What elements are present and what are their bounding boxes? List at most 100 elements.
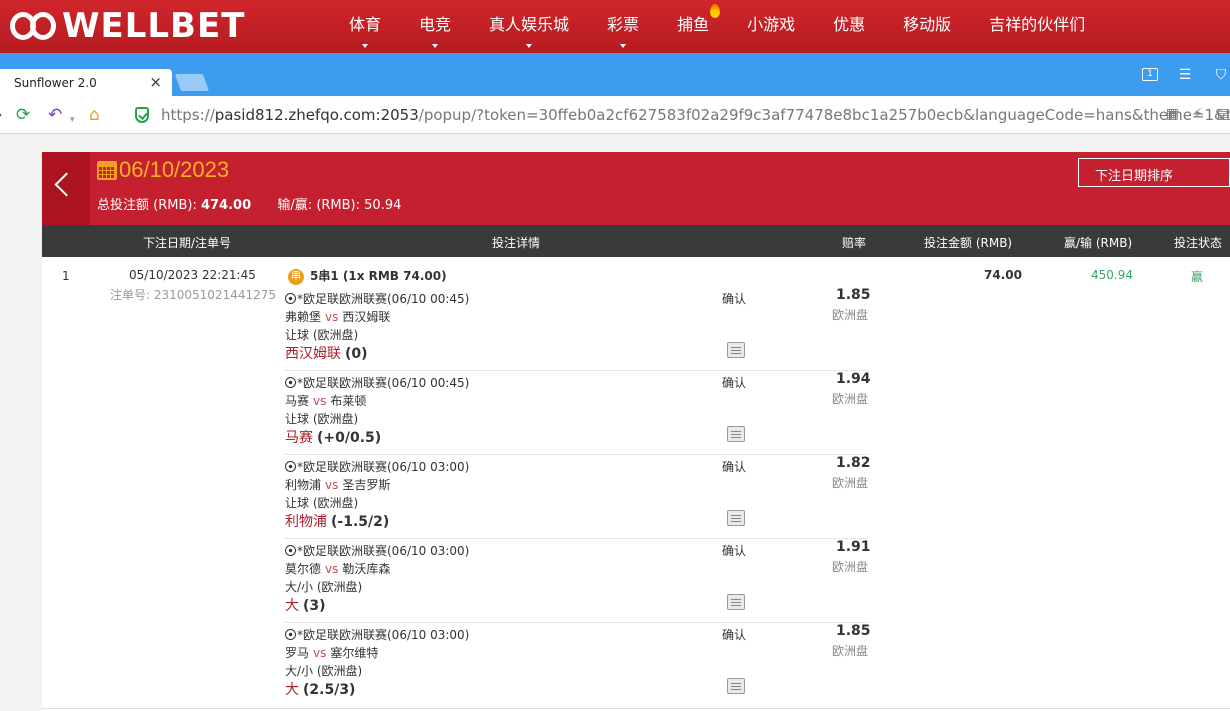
summary-line: 总投注额 (RMB): 474.00 输/赢: (RMB): 50.94 [97,194,401,213]
bet-number: 注单号: 2310051021441275 [110,288,277,302]
shirt-icon[interactable]: ⛉ [1212,67,1230,83]
combo-type: 串 5串1 (1x RMB 74.00) [288,267,447,285]
new-tab-button[interactable] [174,74,210,91]
pick: 大 (2.5/3) [285,679,355,699]
market-type: 大/小 (欧洲盘) [285,664,363,678]
odds-type: 欧洲盘 [832,560,869,574]
col-stake: 投注金额 (RMB) [924,236,1013,250]
lightning-icon[interactable]: ⚡ [1193,106,1203,122]
nav-label: 捕鱼 [677,15,710,34]
nav-sports[interactable]: 体育 [330,0,400,53]
soccer-ball-icon [285,377,296,388]
pick-team: 利物浦 [285,514,327,530]
odds-type: 欧洲盘 [832,308,869,322]
pick: 大 (3) [285,595,326,615]
top-nav: 体育 电竞 真人娱乐城 彩票 捕鱼 小游戏 优惠 移动版 吉祥的伙伴们 [330,0,1104,53]
nav-fishing[interactable]: 捕鱼 [658,0,728,53]
combo-label: 5串1 (1x RMB 74.00) [310,269,447,283]
close-icon[interactable]: × [149,73,162,91]
away-team: 圣吉罗斯 [342,478,391,492]
col-detail: 投注详情 [492,236,541,250]
brand-bar: WELLBET 体育 电竞 真人娱乐城 彩票 捕鱼 小游戏 优惠 移动版 吉祥的… [0,0,1230,53]
qr-code-icon[interactable]: ▦ [1166,106,1179,122]
confirm-status: 确认 [722,628,747,642]
nav-live-casino[interactable]: 真人娱乐城 [470,0,588,53]
pick-handicap: (3) [303,598,326,614]
vs-label: vs [313,394,327,408]
nav-label: 移动版 [903,15,952,34]
market-type: 大/小 (欧洲盘) [285,580,363,594]
bet-history-panel: 06/10/2023 总投注额 (RMB): 474.00 输/赢: (RMB)… [42,152,1230,711]
away-team: 布莱顿 [330,394,367,408]
home-icon[interactable]: ⌂ [89,105,100,125]
total-stake-label: 总投注额 (RMB): [97,198,197,213]
nav-esports[interactable]: 电竞 [400,0,470,53]
parlay-badge-icon: 串 [288,268,304,285]
odds-type: 欧洲盘 [832,476,869,490]
nav-partners[interactable]: 吉祥的伙伴们 [970,0,1104,53]
leg-odds: 1.91 [836,539,871,555]
nav-label: 吉祥的伙伴们 [989,15,1086,34]
confirm-status: 确认 [722,544,747,558]
score-detail-icon[interactable] [727,594,745,610]
leg-odds: 1.82 [836,455,871,471]
nav-label: 优惠 [833,15,866,34]
nav-mobile[interactable]: 移动版 [884,0,970,53]
away-team: 西汉姆联 [342,310,391,324]
bet-status: 赢 [1191,270,1204,284]
stake-amount: 74.00 [984,268,1022,282]
back-icon[interactable]: › [0,105,3,125]
extension-icon[interactable]: ▤ [1217,106,1230,122]
total-stake-value: 474.00 [200,198,252,213]
pick-handicap: (2.5/3) [303,682,356,698]
score-detail-icon[interactable] [727,342,745,358]
score-detail-icon[interactable] [727,426,745,442]
league: *欧足联欧洲联赛(06/10 00:45) [285,290,469,307]
score-detail-icon[interactable] [727,510,745,526]
vs-label: vs [325,562,339,576]
pick: 马赛 (+0/0.5) [285,427,381,447]
caret-down-icon [526,44,533,48]
pick-team: 大 [285,598,299,614]
logo-mark-icon [10,9,60,43]
hot-flame-icon [710,4,721,18]
soccer-ball-icon [285,545,296,556]
url-input[interactable]: https://pasid812.zhefqo.com:2053/popup/?… [161,106,1230,124]
league-label: *欧足联欧洲联赛(06/10 03:00) [297,460,470,474]
nav-mini-games[interactable]: 小游戏 [728,0,814,53]
home-team: 莫尔德 [285,562,322,576]
row-index: 1 [62,269,70,283]
market-type: 让球 (欧洲盘) [285,328,359,342]
pick: 西汉姆联 (0) [285,343,368,363]
nav-lottery[interactable]: 彩票 [588,0,658,53]
undo-icon[interactable]: ↶ [48,105,62,125]
pick-team: 马赛 [285,430,313,446]
parlay-leg: *欧足联欧洲联赛(06/10 00:45) 弗赖堡 vs 西汉姆联 让球 (欧洲盘)… [285,287,871,371]
caret-down-icon [362,44,368,48]
soccer-ball-icon [285,461,296,472]
league: *欧足联欧洲联赛(06/10 03:00) [285,542,469,559]
odds-type: 欧洲盘 [832,392,869,406]
wellbet-logo[interactable]: WELLBET [10,8,245,44]
back-button[interactable] [42,152,90,225]
browser-tab[interactable]: Sunflower 2.0 × [0,69,172,96]
pick-team: 西汉姆联 [285,346,341,362]
sort-by-date-button[interactable]: 下注日期排序 [1078,158,1230,187]
chevron-down-icon[interactable]: ▾ [70,110,75,130]
leg-odds: 1.85 [836,287,871,303]
menu-icon[interactable]: ☰ [1176,67,1194,83]
nav-promotions[interactable]: 优惠 [814,0,884,53]
table-row: 1 05/10/2023 22:21:45 注单号: 2310051021441… [42,257,1230,711]
caret-down-icon [620,44,627,48]
home-team: 罗马 [285,646,310,660]
pick-handicap: (-1.5/2) [331,514,390,530]
vs-label: vs [313,646,327,660]
refresh-icon[interactable]: ⟳ [16,105,30,125]
nav-label: 电竞 [419,15,452,34]
score-detail-icon[interactable] [727,678,745,694]
league: *欧足联欧洲联赛(06/10 03:00) [285,626,469,643]
browser-tab-strip: Sunflower 2.0 × 1 ☰ ⛉ [0,53,1230,96]
tab-count-icon[interactable]: 1 [1142,68,1158,81]
league: *欧足联欧洲联赛(06/10 03:00) [285,458,469,475]
vs-label: vs [325,478,339,492]
